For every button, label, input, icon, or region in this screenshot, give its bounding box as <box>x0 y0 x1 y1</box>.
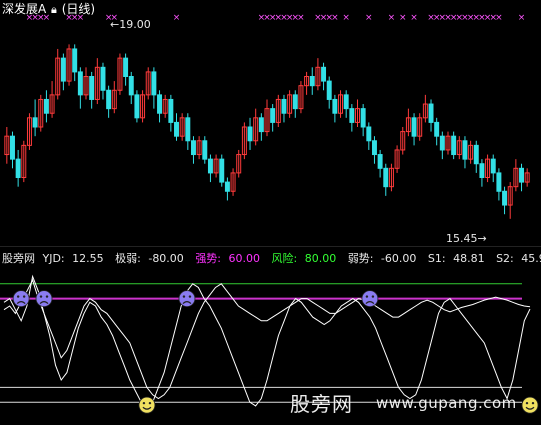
watermark-url: www.gupang.com <box>376 394 517 412</box>
candle-body <box>343 94 349 110</box>
candle-body <box>247 126 253 142</box>
candle-body <box>185 117 191 142</box>
period-label: (日线) <box>61 2 96 16</box>
candle-body <box>100 66 106 91</box>
candle-body <box>473 144 479 165</box>
high-price-label: ←19.00 <box>110 18 151 31</box>
sad-face-icon <box>178 290 196 307</box>
high-arrow: ← <box>110 18 120 31</box>
stock-title: 深发展A <box>2 2 47 16</box>
watermark-brand: 股旁网 <box>290 392 353 416</box>
candle-body <box>72 48 78 73</box>
candle-body <box>77 71 83 96</box>
top-marker: × <box>388 13 396 23</box>
candle-body <box>134 94 140 119</box>
yjd-readout: YJD: 12.55 <box>42 252 104 265</box>
candle-body <box>428 103 434 123</box>
indicator-name: 股旁网 <box>2 252 35 265</box>
candle-body <box>490 158 496 174</box>
candle-body <box>60 57 66 82</box>
candle-body <box>258 117 264 133</box>
low-arrow: → <box>477 232 487 245</box>
top-marker: × <box>173 13 181 23</box>
candle-body <box>281 98 287 114</box>
top-marker: × <box>410 13 418 23</box>
candle-body <box>332 98 338 114</box>
candle-body <box>43 98 49 114</box>
candle-body <box>411 117 417 137</box>
candle-body <box>190 140 196 156</box>
indicator-header: 股旁网 YJD: 12.55 极弱: -80.00 强势: 60.00 风险: … <box>2 250 541 266</box>
jiruo-readout: 极弱: -80.00 <box>115 252 184 265</box>
candle-body <box>202 140 208 160</box>
s2-line <box>3 274 531 407</box>
top-marker: × <box>342 13 350 23</box>
candlestick-chart[interactable]: ×××× ××× ×× × ×××××××× ×××× × × × × × ×××××××××××××… <box>0 0 541 246</box>
candle-body <box>89 76 95 100</box>
candle-body <box>32 117 38 128</box>
top-marker: × <box>331 13 339 23</box>
candle-body <box>496 172 502 192</box>
candle-body <box>151 71 157 96</box>
top-marker: × <box>365 13 373 23</box>
chart-window: × × × × × × × × × × × × × × × × × × × × × × × × × × × × × × × × × × × × × × × ×… <box>0 0 541 425</box>
top-marker: × <box>495 13 503 23</box>
candle-body <box>377 154 383 169</box>
candle-body <box>326 80 332 100</box>
candle-body <box>207 158 213 174</box>
s1-readout: S1: 48.81 <box>427 252 485 265</box>
low-price-label: 15.45→ <box>446 232 487 245</box>
candle-body <box>219 158 225 183</box>
main-chart-header: 深发展A 🔒︎ (日线) <box>2 0 96 17</box>
lock-icon: 🔒︎ <box>51 3 57 16</box>
candle-body <box>371 140 377 156</box>
sad-face-icon <box>12 290 30 307</box>
pane-divider <box>0 246 541 247</box>
candle-body <box>462 140 468 160</box>
fengxian-readout: 风险: 80.00 <box>271 252 337 265</box>
ruoshi-readout: 弱势: -60.00 <box>347 252 417 265</box>
candle-body <box>349 108 355 123</box>
candle-body <box>360 108 366 128</box>
candle-body <box>106 89 112 110</box>
sad-face-icon <box>35 290 53 307</box>
low-price: 15.45 <box>446 232 478 245</box>
candle-body <box>519 167 524 183</box>
happy-face-icon <box>521 396 539 414</box>
candle-body <box>123 57 129 77</box>
candle-body <box>439 135 445 151</box>
s2-readout: S2: 45.99 <box>496 252 541 265</box>
candle-body <box>128 76 134 96</box>
candle-body <box>366 126 372 142</box>
candle-body <box>10 135 15 160</box>
high-price: 19.00 <box>119 18 151 31</box>
candle-body <box>168 98 174 123</box>
candle-body <box>434 121 440 137</box>
candle-body <box>321 66 327 82</box>
candle-body <box>309 76 315 87</box>
top-marker: × <box>399 13 407 23</box>
candle-body <box>15 158 21 179</box>
candle-body <box>502 190 508 206</box>
candle-body <box>451 135 457 156</box>
candle-body <box>292 94 298 110</box>
top-marker: × <box>297 13 305 23</box>
top-marker: × <box>518 13 526 23</box>
qiangshi-readout: 强势: 60.00 <box>195 252 261 265</box>
candle-body <box>157 94 163 114</box>
candle-body <box>383 167 389 188</box>
candle-body <box>270 108 276 123</box>
sad-face-icon <box>361 290 379 307</box>
candle-body <box>224 181 230 192</box>
happy-face-icon <box>138 396 156 414</box>
candle-body <box>479 163 485 179</box>
candle-body <box>174 121 179 137</box>
